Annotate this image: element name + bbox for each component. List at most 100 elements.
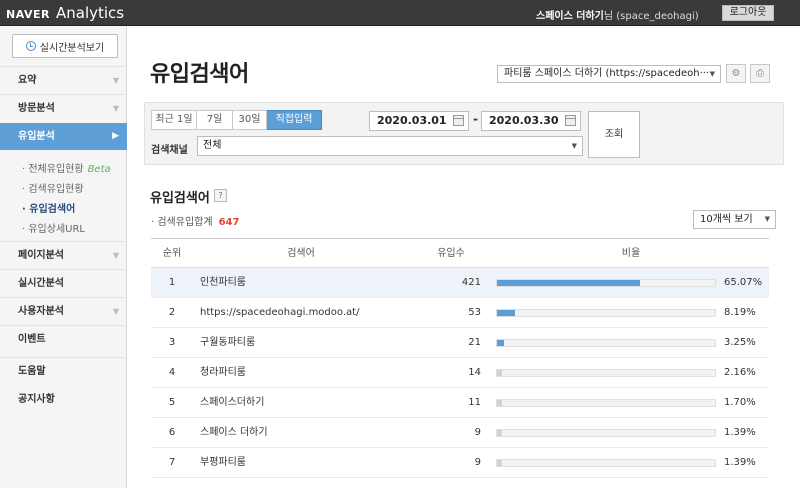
sidebar-item-summary[interactable]: 요약 ▼ xyxy=(0,66,127,93)
rows-per-page-select[interactable]: 10개씩 보기 ▼ xyxy=(693,210,776,229)
ratio-percent-cell: 8.19% xyxy=(724,307,756,318)
sidebar-item-page-analysis[interactable]: 페이지분석 ▼ xyxy=(0,241,127,268)
ratio-percent-cell: 1.39% xyxy=(724,457,756,468)
ratio-bar-fill xyxy=(497,400,502,406)
search-inflow-total: · 검색유입합계 647 xyxy=(151,213,239,228)
sidebar-item-label: 공지사항 xyxy=(18,394,55,405)
keyword-cell: 부평파티룸 xyxy=(200,457,246,468)
sidebar-item-label: 사용자분석 xyxy=(18,306,64,317)
chevron-down-icon: ▼ xyxy=(112,104,119,113)
sidebar-item-label: 요약 xyxy=(18,75,37,86)
question-icon[interactable]: ? xyxy=(214,189,227,202)
sidebar-item-visit-analysis[interactable]: 방문분석 ▼ xyxy=(0,94,127,121)
keyword-cell: 스페이스 더하기 xyxy=(200,427,268,438)
submenu-inflow-detail-url[interactable]: · 유입상세URL xyxy=(22,220,85,235)
submenu-inflow-keywords[interactable]: · 유입검색어 xyxy=(22,200,75,215)
tab-30-days[interactable]: 30일 xyxy=(233,110,267,130)
period-tabs: 최근 1일 7일 30일 직접입력 xyxy=(151,110,322,130)
rank-cell: 1 xyxy=(168,277,176,288)
tab-custom-range[interactable]: 직접입력 xyxy=(267,110,322,130)
sidebar-item-label: 실시간분석 xyxy=(18,278,64,289)
submenu-total-inflow[interactable]: · 전체유입현황 Beta xyxy=(22,160,111,175)
chevron-down-icon: ▼ xyxy=(112,76,119,85)
ratio-bar-fill xyxy=(497,460,502,466)
table-row: 3 구월동파티룸 21 3.25% xyxy=(151,328,769,358)
total-value: 647 xyxy=(218,217,240,228)
search-channel-value: 전체 xyxy=(203,140,222,151)
sidebar-item-events[interactable]: 이벤트 xyxy=(0,325,127,352)
logout-button[interactable]: 로그아웃 xyxy=(722,5,774,21)
date-separator: - xyxy=(473,112,478,126)
inflow-count-cell: 21 xyxy=(468,337,481,348)
tab-last-1-day[interactable]: 최근 1일 xyxy=(151,110,197,130)
ratio-percent-cell: 1.70% xyxy=(724,397,756,408)
gear-icon[interactable]: ⚙ xyxy=(726,64,746,83)
date-to-input[interactable]: 2020.03.30 xyxy=(481,111,581,131)
inflow-count-cell: 53 xyxy=(468,307,481,318)
inflow-count-cell: 9 xyxy=(474,457,481,468)
date-from-input[interactable]: 2020.03.01 xyxy=(369,111,469,131)
sidebar-item-label: 페이지분석 xyxy=(18,250,64,261)
sidebar-item-label: 유입분석 xyxy=(18,131,55,142)
table-row: 5 스페이스더하기 11 1.70% xyxy=(151,388,769,418)
rank-cell: 5 xyxy=(168,397,176,408)
ratio-bar-fill xyxy=(497,310,515,316)
ratio-bar-fill xyxy=(497,370,502,376)
chevron-down-icon: ▼ xyxy=(112,251,119,260)
sidebar-item-notices[interactable]: 공지사항 xyxy=(0,386,127,413)
total-label: · 검색유입합계 xyxy=(151,217,213,228)
ratio-bar-track xyxy=(496,369,716,377)
ratio-percent-cell: 3.25% xyxy=(724,337,756,348)
inflow-count-cell: 14 xyxy=(468,367,481,378)
submenu-label: · 전체유입현황 xyxy=(22,164,84,175)
sidebar-item-user-analysis[interactable]: 사용자분석 ▼ xyxy=(0,297,127,324)
user-info: 스페이스 더하기님 (space_deohagi) xyxy=(536,7,699,22)
ratio-bar-track xyxy=(496,399,716,407)
logo-naver: NAVER xyxy=(6,8,50,21)
keyword-cell: https://spacedeohagi.modoo.at/ xyxy=(200,307,360,318)
table-row: 6 스페이스 더하기 9 1.39% xyxy=(151,418,769,448)
sidebar-item-inflow-analysis[interactable]: 유입분석 ▶ xyxy=(0,123,127,150)
column-header-ratio: 비율 xyxy=(621,248,641,259)
ratio-bar-fill xyxy=(497,340,504,346)
chevron-right-icon: ▶ xyxy=(112,131,119,141)
tab-7-days[interactable]: 7일 xyxy=(197,110,233,130)
realtime-analysis-label: 실시간분석보기 xyxy=(39,42,105,54)
chevron-down-icon: ▼ xyxy=(112,307,119,316)
top-bar: NAVER Analytics 스페이스 더하기님 (space_deohagi… xyxy=(0,0,800,26)
ratio-percent-cell: 65.07% xyxy=(724,277,763,288)
inflow-count-cell: 9 xyxy=(474,427,481,438)
sidebar-item-label: 이벤트 xyxy=(18,334,46,345)
rank-cell: 4 xyxy=(168,367,176,378)
user-name: 스페이스 더하기 xyxy=(536,11,604,22)
realtime-analysis-button[interactable]: 실시간분석보기 xyxy=(12,34,118,58)
column-header-inflow-count: 유입수 xyxy=(437,248,465,259)
printer-icon[interactable]: ⎙ xyxy=(750,64,770,83)
keyword-cell: 청라파티룸 xyxy=(200,367,246,378)
submenu-search-inflow[interactable]: · 검색유입현황 xyxy=(22,180,84,195)
sidebar: 실시간분석보기 요약 ▼ 방문분석 ▼ 유입분석 ▶ · 전체유입현황 Beta · 검… xyxy=(0,26,127,488)
logo[interactable]: NAVER Analytics xyxy=(6,4,124,22)
search-channel-label: 검색채널 xyxy=(151,145,188,156)
beta-badge: Beta xyxy=(87,164,111,175)
inflow-count-cell: 421 xyxy=(461,277,481,288)
inflow-count-cell: 11 xyxy=(468,397,481,408)
search-button[interactable]: 조회 xyxy=(588,111,640,158)
sidebar-item-label: 방문분석 xyxy=(18,103,55,114)
rank-cell: 3 xyxy=(168,337,176,348)
sidebar-item-help[interactable]: 도움말 xyxy=(0,357,127,384)
date-from-value: 2020.03.01 xyxy=(377,114,447,127)
rows-per-page-value: 10개씩 보기 xyxy=(700,214,753,225)
calendar-icon[interactable] xyxy=(453,115,464,126)
sidebar-item-realtime-analysis[interactable]: 실시간분석 xyxy=(0,269,127,296)
keyword-cell: 인천파티룸 xyxy=(200,277,246,288)
rank-cell: 7 xyxy=(168,457,176,468)
search-channel-select[interactable]: 전체 ▼ xyxy=(197,136,583,156)
table-row: 1 인천파티룸 421 65.07% xyxy=(151,268,769,298)
column-header-rank: 순위 xyxy=(162,248,182,259)
calendar-icon[interactable] xyxy=(565,115,576,126)
site-select[interactable]: 파티룸 스페이스 더하기 (https://spacedeoh··· ▼ xyxy=(497,65,721,83)
ratio-bar-fill xyxy=(497,280,640,286)
ratio-bar-track xyxy=(496,309,716,317)
table-header: 순위 검색어 유입수 비율 xyxy=(151,238,769,268)
